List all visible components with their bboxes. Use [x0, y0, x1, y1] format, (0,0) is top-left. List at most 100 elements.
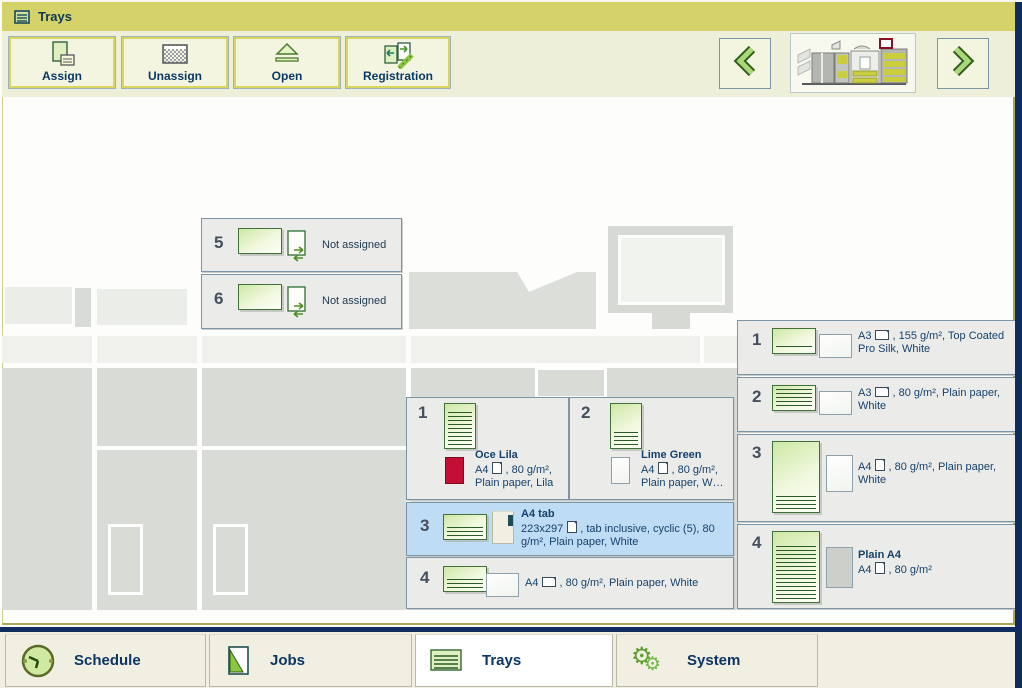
- machine-panel-outline: [535, 367, 607, 399]
- machine-divider: [700, 336, 704, 363]
- tray-panel-5[interactable]: 5 Not assigned: [201, 218, 402, 272]
- tray-number: 5: [214, 233, 223, 253]
- registration-label: Registration: [346, 69, 450, 83]
- media-color-swatch: [611, 457, 630, 484]
- portrait-orientation-icon: [658, 462, 668, 474]
- machine-output-tray-right: [97, 289, 187, 325]
- media-name: A4 tab: [521, 508, 739, 521]
- portrait-orientation-icon: [567, 521, 577, 533]
- tray-panel-external-2[interactable]: 2 A3, 80 g/m², Plain paper, White: [737, 377, 1016, 432]
- machine-output-divider: [75, 288, 91, 327]
- tab-trays-selected[interactable]: Trays: [415, 634, 613, 687]
- tab-media-swatch: [492, 511, 514, 544]
- open-icon: [234, 41, 340, 67]
- media-info: Plain A4 A4 , 80 g/m²: [858, 549, 1010, 577]
- portrait-orientation-icon: [492, 462, 502, 474]
- unassign-button[interactable]: Unassign: [121, 36, 229, 89]
- tray-level-icon: [238, 228, 282, 254]
- tab-label: System: [687, 652, 740, 669]
- media-color-swatch: [486, 573, 519, 597]
- tab-label: Jobs: [270, 652, 305, 669]
- tray-level-icon: [772, 441, 820, 513]
- tray-panel-external-4[interactable]: 4 Plain A4 A4 , 80 g/m²: [737, 524, 1016, 609]
- tab-system[interactable]: ⚙⚙ System: [616, 634, 818, 687]
- tray-level-icon: [772, 531, 820, 603]
- media-size: A3: [858, 330, 871, 342]
- tray-number: 4: [752, 533, 761, 553]
- media-size: A4: [858, 564, 871, 576]
- registration-button[interactable]: Registration: [345, 36, 451, 89]
- media-name: Plain A4: [858, 549, 1010, 562]
- media-color-swatch: [819, 391, 852, 415]
- tray-number: 1: [752, 330, 761, 350]
- media-info: Lime GreenA4, 80 g/m², Plain paper, W…: [641, 449, 733, 490]
- media-info: A4 tab223x297, tab inclusive, cyclic (5)…: [521, 508, 739, 549]
- tray-level-icon: [772, 385, 816, 411]
- media-size: 223x297: [521, 523, 563, 535]
- tray-panel-engine-1[interactable]: 1 Oce LilaA4, 80 g/m², Plain paper, Lila: [406, 397, 569, 500]
- tray-level-icon: [443, 566, 487, 592]
- tab-label: Schedule: [74, 652, 141, 669]
- machine-door-right: [213, 524, 248, 595]
- media-name: Oce Lila: [475, 449, 569, 462]
- media-info: Oce LilaA4, 80 g/m², Plain paper, Lila: [475, 449, 569, 490]
- tray-panel-engine-2[interactable]: 2 Lime GreenA4, 80 g/m², Plain paper, W…: [569, 397, 734, 500]
- tray-level-icon: [238, 284, 282, 310]
- media-size: A4: [475, 464, 488, 476]
- portrait-orientation-icon: [875, 459, 885, 471]
- media-desc: , 80 g/m², Plain paper, White: [559, 577, 698, 589]
- portrait-orientation-icon: [875, 562, 885, 574]
- tray-number: 2: [752, 387, 761, 407]
- landscape-orientation-icon: [875, 330, 889, 340]
- media-info: A3, 80 g/m², Plain paper, White: [858, 387, 1010, 413]
- tray-panel-external-1[interactable]: 1 A3, 155 g/m², Top Coated Pro Silk, Whi…: [737, 320, 1016, 375]
- open-label: Open: [234, 69, 340, 83]
- tab-jobs[interactable]: Jobs: [209, 634, 412, 687]
- media-size: A4: [641, 464, 654, 476]
- machine-top-band: [2, 336, 740, 363]
- tray-level-icon: [610, 403, 642, 449]
- window-right-edge: [1015, 0, 1022, 688]
- printer-overview-thumbnail[interactable]: [790, 33, 916, 93]
- assign-icon: [9, 41, 115, 69]
- media-info: A4, 80 g/m², Plain paper, White: [858, 459, 1010, 487]
- media-desc: , 80 g/m²: [888, 564, 931, 576]
- open-button[interactable]: Open: [233, 36, 341, 89]
- unassign-label: Unassign: [122, 69, 228, 83]
- machine-door-left: [108, 524, 143, 595]
- trays-tab-icon: [430, 649, 464, 673]
- not-assigned-icon: [286, 229, 312, 268]
- landscape-orientation-icon: [542, 577, 556, 587]
- assign-label: Assign: [9, 69, 115, 83]
- tray-panel-6[interactable]: 6 Not assigned: [201, 274, 402, 329]
- tray-level-icon: [444, 403, 476, 449]
- tray-status: Not assigned: [322, 239, 386, 251]
- scroll-right-button[interactable]: [937, 38, 989, 89]
- assign-button[interactable]: Assign: [8, 36, 116, 89]
- trays-screen: Trays Assign Unassign Open Registration: [0, 0, 1022, 688]
- machine-monitor-stand: [652, 313, 690, 329]
- landscape-orientation-icon: [875, 387, 889, 397]
- media-size: A3: [858, 387, 871, 399]
- scroll-left-button[interactable]: [719, 38, 771, 89]
- machine-monitor: [608, 226, 733, 313]
- machine-divider-horizontal: [97, 446, 407, 450]
- toolbar: Assign Unassign Open Registration: [2, 31, 1015, 98]
- machine-output-tray-left: [5, 287, 72, 324]
- tray-level-icon: [443, 514, 487, 540]
- machine-divider: [92, 336, 97, 610]
- tab-label: Trays: [482, 652, 521, 669]
- machine-monitor-screen: [618, 235, 725, 305]
- tray-number: 4: [420, 568, 429, 588]
- tray-panel-engine-4[interactable]: 4 A4, 80 g/m², Plain paper, White: [406, 557, 734, 609]
- unassign-icon: [122, 41, 228, 67]
- jobs-document-icon: [224, 644, 252, 678]
- tray-panel-engine-3-selected[interactable]: 3 A4 tab223x297, tab inclusive, cyclic (…: [406, 502, 734, 556]
- system-gears-icon: ⚙⚙: [631, 644, 669, 678]
- tray-panel-external-3[interactable]: 3 A4, 80 g/m², Plain paper, White: [737, 434, 1016, 522]
- media-name: Lime Green: [641, 449, 733, 462]
- window-top-edge: [0, 0, 1022, 2]
- media-color-swatch: [819, 334, 852, 358]
- tab-schedule[interactable]: Schedule: [5, 634, 206, 687]
- bottom-tab-bar: Schedule Jobs Trays ⚙⚙ System: [0, 632, 1022, 688]
